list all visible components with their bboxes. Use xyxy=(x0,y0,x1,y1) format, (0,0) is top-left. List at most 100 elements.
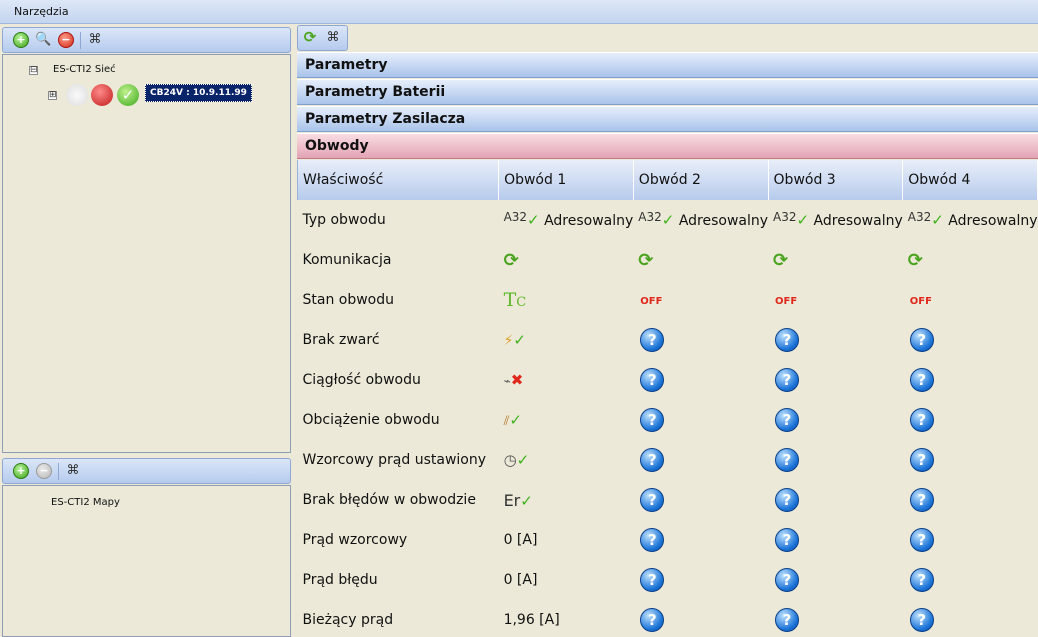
question-icon: ? xyxy=(909,408,934,432)
check-icon: ✓ xyxy=(513,331,526,349)
add-icon[interactable]: + xyxy=(13,32,29,48)
question-icon: ? xyxy=(775,408,800,432)
section-obwody[interactable]: Obwody xyxy=(297,133,1038,159)
add-map-icon[interactable]: + xyxy=(13,463,29,479)
question-icon: ? xyxy=(775,368,800,392)
remove-map-icon[interactable]: − xyxy=(36,463,52,479)
cell-value: 0 [A] xyxy=(503,532,538,548)
status-neutral-icon xyxy=(66,84,88,106)
question-icon: ? xyxy=(775,448,800,472)
binoculars-details-icon[interactable]: ⌘ xyxy=(325,30,341,46)
col-header-obwod-3[interactable]: Obwód 3 xyxy=(767,160,904,200)
zoom-icon[interactable]: 🔍 xyxy=(35,32,51,48)
row-label: Prąd błędu xyxy=(302,572,378,588)
question-icon: ? xyxy=(909,608,934,632)
table-row: Typ obwodu A32✓ Adresowalny A32✓ Adresow… xyxy=(298,200,1038,240)
check-icon: ✓ xyxy=(527,211,540,229)
col-header-obwod-2[interactable]: Obwód 2 xyxy=(632,160,769,200)
col-header-obwod-4[interactable]: Obwód 4 xyxy=(902,160,1038,200)
check-icon: ✓ xyxy=(516,451,530,469)
refresh-icon[interactable]: ⟳ xyxy=(302,29,318,45)
communication-ok-icon: ⟳ xyxy=(503,249,519,271)
maps-root-label[interactable]: ES-CTI2 Mapy xyxy=(51,497,120,508)
maps-toolbar: + − ⌘ xyxy=(2,458,291,484)
cell-value: 1,96 [A] xyxy=(503,612,560,628)
table-row: Bieżący prąd 1,96 [A] ? ? ? xyxy=(298,600,1038,637)
question-icon: ? xyxy=(775,528,800,552)
row-label: Prąd wzorcowy xyxy=(302,532,408,548)
question-icon: ? xyxy=(640,608,665,632)
question-icon: ? xyxy=(909,448,934,472)
check-icon: ✓ xyxy=(931,211,944,229)
table-row: Brak błędów w obwodzie Er✓ ? ? ? xyxy=(298,480,1038,520)
network-tree-panel: ⊟ ES-CTI2 Sieć ⊞ ✓ xyxy=(2,54,291,453)
question-icon: ? xyxy=(775,328,800,352)
cell-value: 0 [A] xyxy=(503,572,538,588)
cell-value: A32✓ Adresowalny xyxy=(773,210,903,229)
table-row: Prąd wzorcowy 0 [A] ? ? ? xyxy=(298,520,1038,560)
binoculars-map-icon[interactable]: ⌘ xyxy=(65,463,81,479)
row-label: Typ obwodu xyxy=(302,212,386,228)
communication-ok-icon: ⟳ xyxy=(638,249,654,271)
question-icon: ? xyxy=(775,568,800,592)
table-row: Prąd błędu 0 [A] ? ? ? xyxy=(298,560,1038,600)
question-icon: ? xyxy=(909,368,934,392)
check-icon: ✓ xyxy=(796,211,810,229)
cell-value: A32✓ Adresowalny xyxy=(638,210,769,229)
wire-icon: ⌁ xyxy=(503,374,511,388)
gauge-icon: ◷ xyxy=(503,451,517,469)
communication-ok-icon: ⟳ xyxy=(773,249,789,271)
addressable-icon: A32 xyxy=(503,210,528,224)
maps-tree-panel: ES-CTI2 Mapy xyxy=(2,485,291,637)
question-icon: ? xyxy=(775,488,800,512)
table-row: Ciągłość obwodu ⌁✖ ? ? ? xyxy=(298,360,1038,400)
status-off: OFF xyxy=(640,296,663,307)
section-parametry[interactable]: Parametry xyxy=(297,52,1038,78)
row-label: Wzorcowy prąd ustawiony xyxy=(302,452,487,468)
tree-root-label[interactable]: ES-CTI2 Sieć xyxy=(53,64,116,75)
cell-value: A32✓ Adresowalny xyxy=(907,210,1038,229)
addressable-icon: A32 xyxy=(773,210,797,224)
col-header-property[interactable]: Właściwość xyxy=(296,160,500,200)
circuits-table: Właściwość Obwód 1 Obwód 2 Obwód 3 Obwód… xyxy=(296,160,1038,637)
row-label: Brak zwarć xyxy=(302,332,380,348)
section-parametry-zasilacza[interactable]: Parametry Zasilacza xyxy=(297,106,1038,132)
remove-icon[interactable]: − xyxy=(58,32,74,48)
table-row: Stan obwodu TC OFF OFF OFF xyxy=(298,280,1038,320)
row-label: Stan obwodu xyxy=(302,292,395,308)
status-alarm-icon xyxy=(91,84,113,106)
menu-narzedzia[interactable]: Narzędzia xyxy=(14,5,69,18)
question-icon: ? xyxy=(909,568,934,592)
status-off: OFF xyxy=(909,296,932,307)
details-toolbar: ⟳ ⌘ xyxy=(297,25,348,51)
question-icon: ? xyxy=(640,568,665,592)
tree-collapse-toggle[interactable]: ⊟ xyxy=(29,66,38,75)
question-icon: ? xyxy=(775,608,800,632)
question-icon: ? xyxy=(640,488,665,512)
row-label: Bieżący prąd xyxy=(302,612,394,628)
table-row: Wzorcowy prąd ustawiony ◷✓ ? ? ? xyxy=(298,440,1038,480)
communication-ok-icon: ⟳ xyxy=(907,249,923,271)
question-icon: ? xyxy=(640,368,665,392)
lightning-icon: ⚡ xyxy=(503,333,514,349)
check-icon: ✓ xyxy=(661,211,675,229)
section-parametry-baterii[interactable]: Parametry Baterii xyxy=(297,79,1038,105)
binoculars-icon[interactable]: ⌘ xyxy=(87,32,103,48)
tc-icon: TC xyxy=(503,289,527,311)
check-icon: ✓ xyxy=(509,411,522,429)
col-header-obwod-1[interactable]: Obwód 1 xyxy=(498,160,634,200)
row-label: Ciągłość obwodu xyxy=(302,372,421,388)
addressable-icon: A32 xyxy=(638,210,662,224)
question-icon: ? xyxy=(640,528,665,552)
question-icon: ? xyxy=(909,528,934,552)
question-icon: ? xyxy=(909,328,934,352)
cell-value: A32✓ Adresowalny xyxy=(503,210,634,229)
status-off: OFF xyxy=(775,296,798,307)
tree-expand-toggle[interactable]: ⊞ xyxy=(48,91,57,100)
row-label: Obciążenie obwodu xyxy=(302,412,440,428)
table-row: Brak zwarć ⚡✓ ? ? ? xyxy=(298,320,1038,360)
table-header-row: Właściwość Obwód 1 Obwód 2 Obwód 3 Obwód… xyxy=(296,160,1038,200)
row-label: Komunikacja xyxy=(302,252,392,268)
table-row: Komunikacja ⟳ ⟳ ⟳ ⟳ xyxy=(298,240,1038,280)
tree-node-cb24v[interactable]: CB24V : 10.9.11.99 xyxy=(145,84,252,102)
